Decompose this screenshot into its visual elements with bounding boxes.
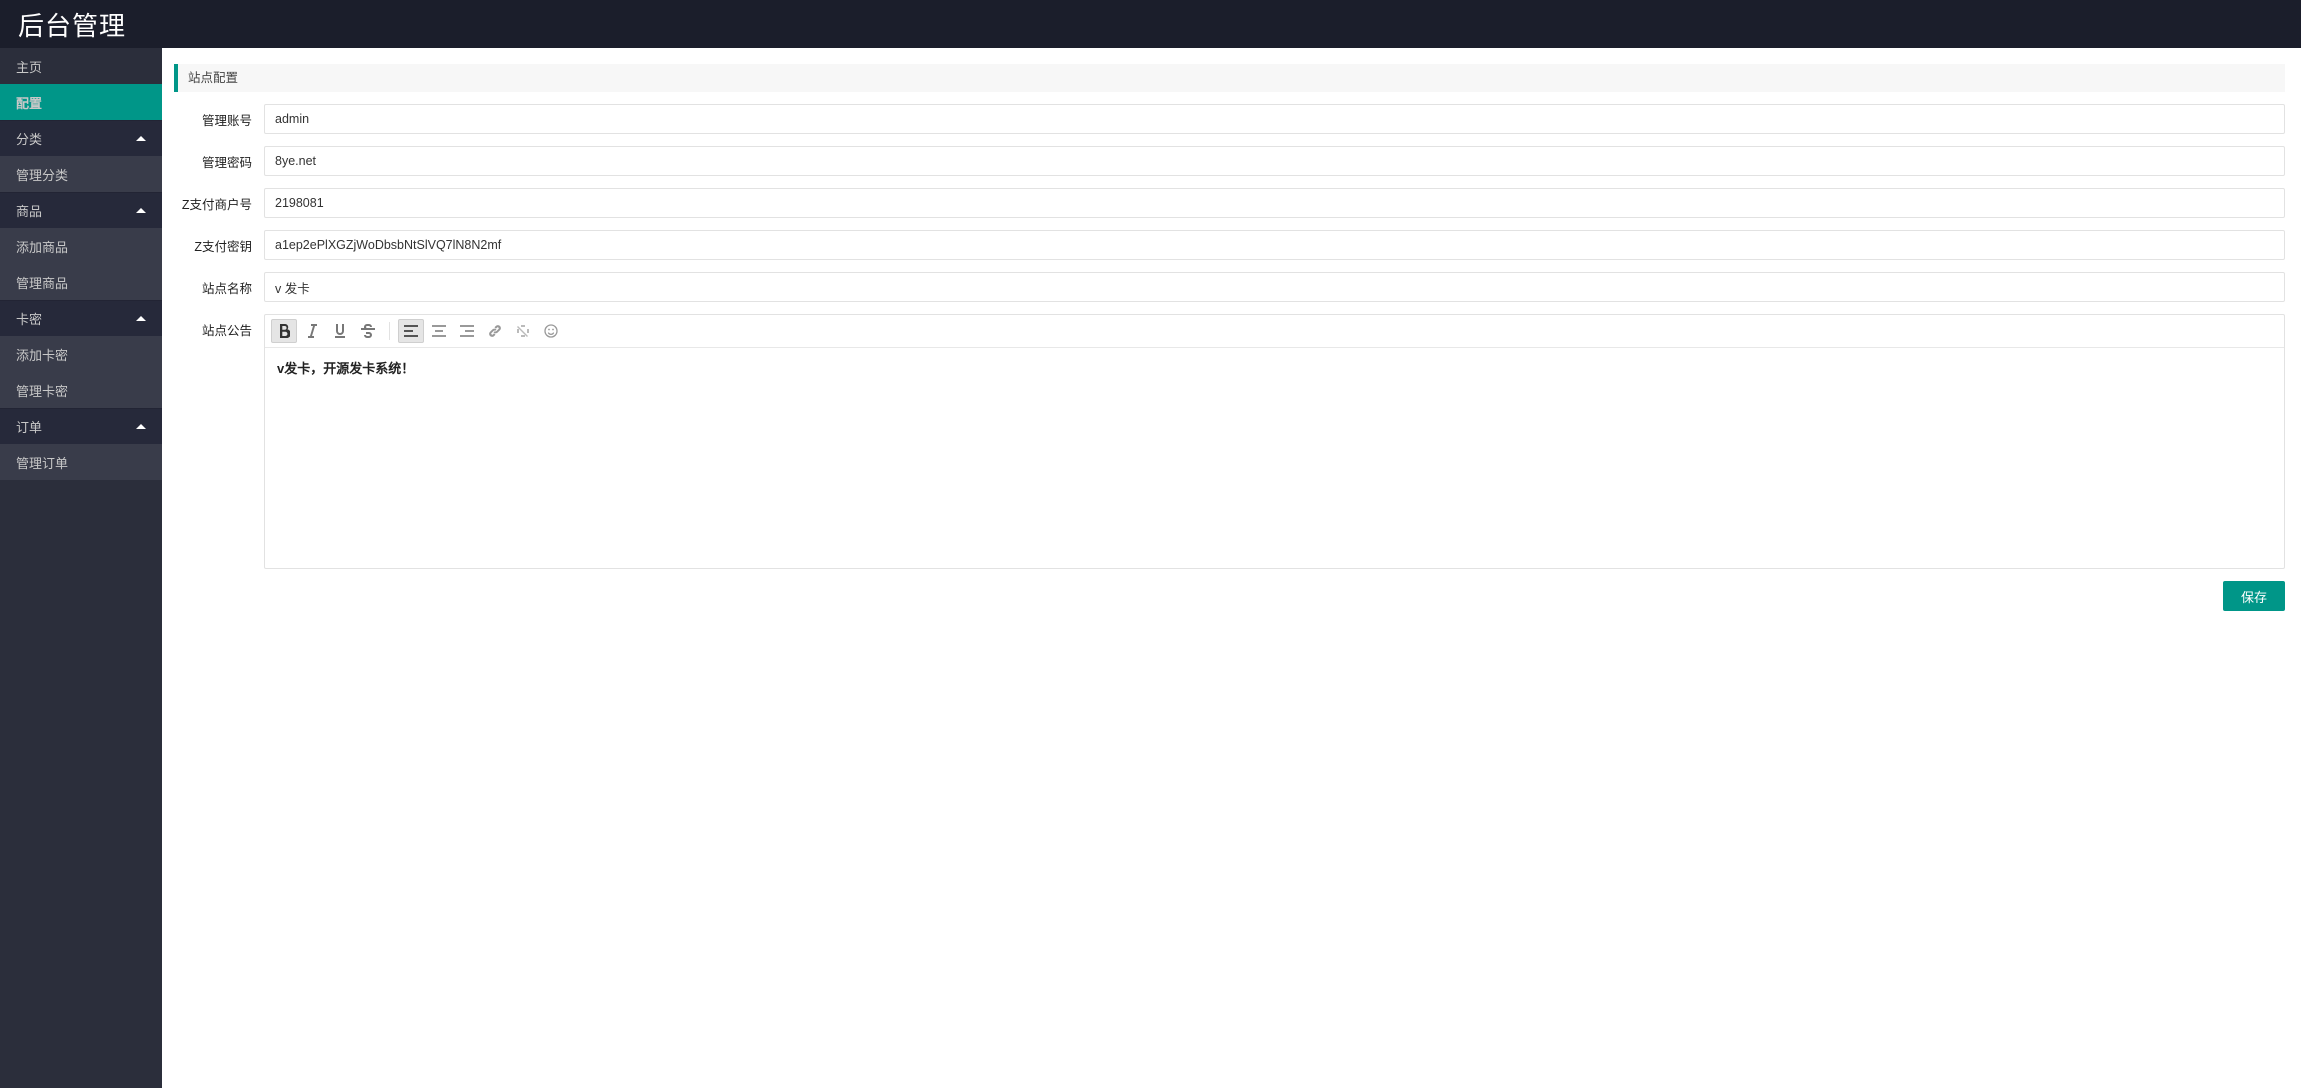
- sidebar-item-manage-card[interactable]: 管理卡密: [0, 372, 162, 408]
- form-row-zpay-key: Z支付密钥: [174, 230, 2285, 260]
- sidebar-group-card[interactable]: 卡密: [0, 300, 162, 336]
- button-row: 保存: [174, 581, 2285, 611]
- align-right-button[interactable]: [454, 319, 480, 343]
- sidebar: 主页 配置 分类 管理分类 商品 添加商品 管理商品 卡密 添加卡: [0, 48, 162, 1088]
- sidebar-item-label: 添加商品: [16, 237, 68, 256]
- notice-text: v发卡，开源发卡系统！: [277, 361, 414, 376]
- sidebar-group-label: 商品: [16, 201, 42, 220]
- form-row-admin-user: 管理账号: [174, 104, 2285, 134]
- bold-icon: [278, 324, 290, 338]
- sidebar-item-label: 添加卡密: [16, 345, 68, 364]
- input-admin-user[interactable]: [264, 104, 2285, 134]
- link-icon: [488, 324, 502, 338]
- unlink-button[interactable]: [510, 319, 536, 343]
- toolbar-separator: [389, 322, 390, 340]
- form-row-admin-pass: 管理密码: [174, 146, 2285, 176]
- chevron-up-icon: [136, 424, 146, 429]
- input-admin-pass[interactable]: [264, 146, 2285, 176]
- sidebar-group-category[interactable]: 分类: [0, 120, 162, 156]
- label-zpay-mid: Z支付商户号: [174, 194, 264, 213]
- underline-button[interactable]: [327, 319, 353, 343]
- label-admin-user: 管理账号: [174, 110, 264, 129]
- strike-icon: [361, 324, 375, 338]
- main-content: 站点配置 管理账号 管理密码 Z支付商户号 Z支付密钥 站点名称 站点公告: [162, 48, 2301, 1088]
- sidebar-item-label: 管理卡密: [16, 381, 68, 400]
- sidebar-item-home[interactable]: 主页: [0, 48, 162, 84]
- sidebar-group-label: 订单: [16, 417, 42, 436]
- sidebar-group-label: 分类: [16, 129, 42, 148]
- italic-icon: [307, 324, 317, 338]
- rich-editor: v发卡，开源发卡系统！: [264, 314, 2285, 569]
- link-button[interactable]: [482, 319, 508, 343]
- chevron-up-icon: [136, 316, 146, 321]
- sidebar-item-add-product[interactable]: 添加商品: [0, 228, 162, 264]
- sidebar-group-order[interactable]: 订单: [0, 408, 162, 444]
- align-center-button[interactable]: [426, 319, 452, 343]
- italic-button[interactable]: [299, 319, 325, 343]
- label-zpay-key: Z支付密钥: [174, 236, 264, 255]
- input-zpay-key[interactable]: [264, 230, 2285, 260]
- chevron-up-icon: [136, 208, 146, 213]
- sidebar-item-label: 管理分类: [16, 165, 68, 184]
- editor-toolbar: [265, 315, 2284, 348]
- form-row-zpay-mid: Z支付商户号: [174, 188, 2285, 218]
- form-row-site-notice: 站点公告: [174, 314, 2285, 569]
- sidebar-item-label: 管理商品: [16, 273, 68, 292]
- strike-button[interactable]: [355, 319, 381, 343]
- emoji-icon: [544, 324, 558, 338]
- sidebar-item-config[interactable]: 配置: [0, 84, 162, 120]
- sidebar-group-label: 卡密: [16, 309, 42, 328]
- align-right-icon: [460, 325, 474, 337]
- sidebar-item-label: 主页: [16, 57, 42, 76]
- align-left-button[interactable]: [398, 319, 424, 343]
- chevron-up-icon: [136, 136, 146, 141]
- editor-body[interactable]: v发卡，开源发卡系统！: [265, 348, 2284, 568]
- save-button[interactable]: 保存: [2223, 581, 2285, 611]
- sidebar-item-label: 管理订单: [16, 453, 68, 472]
- panel-title: 站点配置: [174, 64, 2285, 92]
- emoji-button[interactable]: [538, 319, 564, 343]
- label-site-name: 站点名称: [174, 278, 264, 297]
- topbar: 后台管理: [0, 0, 2301, 48]
- sidebar-item-manage-order[interactable]: 管理订单: [0, 444, 162, 480]
- sidebar-item-manage-product[interactable]: 管理商品: [0, 264, 162, 300]
- unlink-icon: [516, 324, 530, 338]
- sidebar-item-manage-category[interactable]: 管理分类: [0, 156, 162, 192]
- underline-icon: [334, 324, 346, 338]
- label-admin-pass: 管理密码: [174, 152, 264, 171]
- align-center-icon: [432, 325, 446, 337]
- label-site-notice: 站点公告: [174, 314, 264, 339]
- app-title: 后台管理: [18, 6, 126, 43]
- sidebar-item-add-card[interactable]: 添加卡密: [0, 336, 162, 372]
- input-zpay-mid[interactable]: [264, 188, 2285, 218]
- sidebar-group-product[interactable]: 商品: [0, 192, 162, 228]
- align-left-icon: [404, 325, 418, 337]
- sidebar-item-label: 配置: [16, 93, 42, 112]
- bold-button[interactable]: [271, 319, 297, 343]
- form-row-site-name: 站点名称: [174, 272, 2285, 302]
- input-site-name[interactable]: [264, 272, 2285, 302]
